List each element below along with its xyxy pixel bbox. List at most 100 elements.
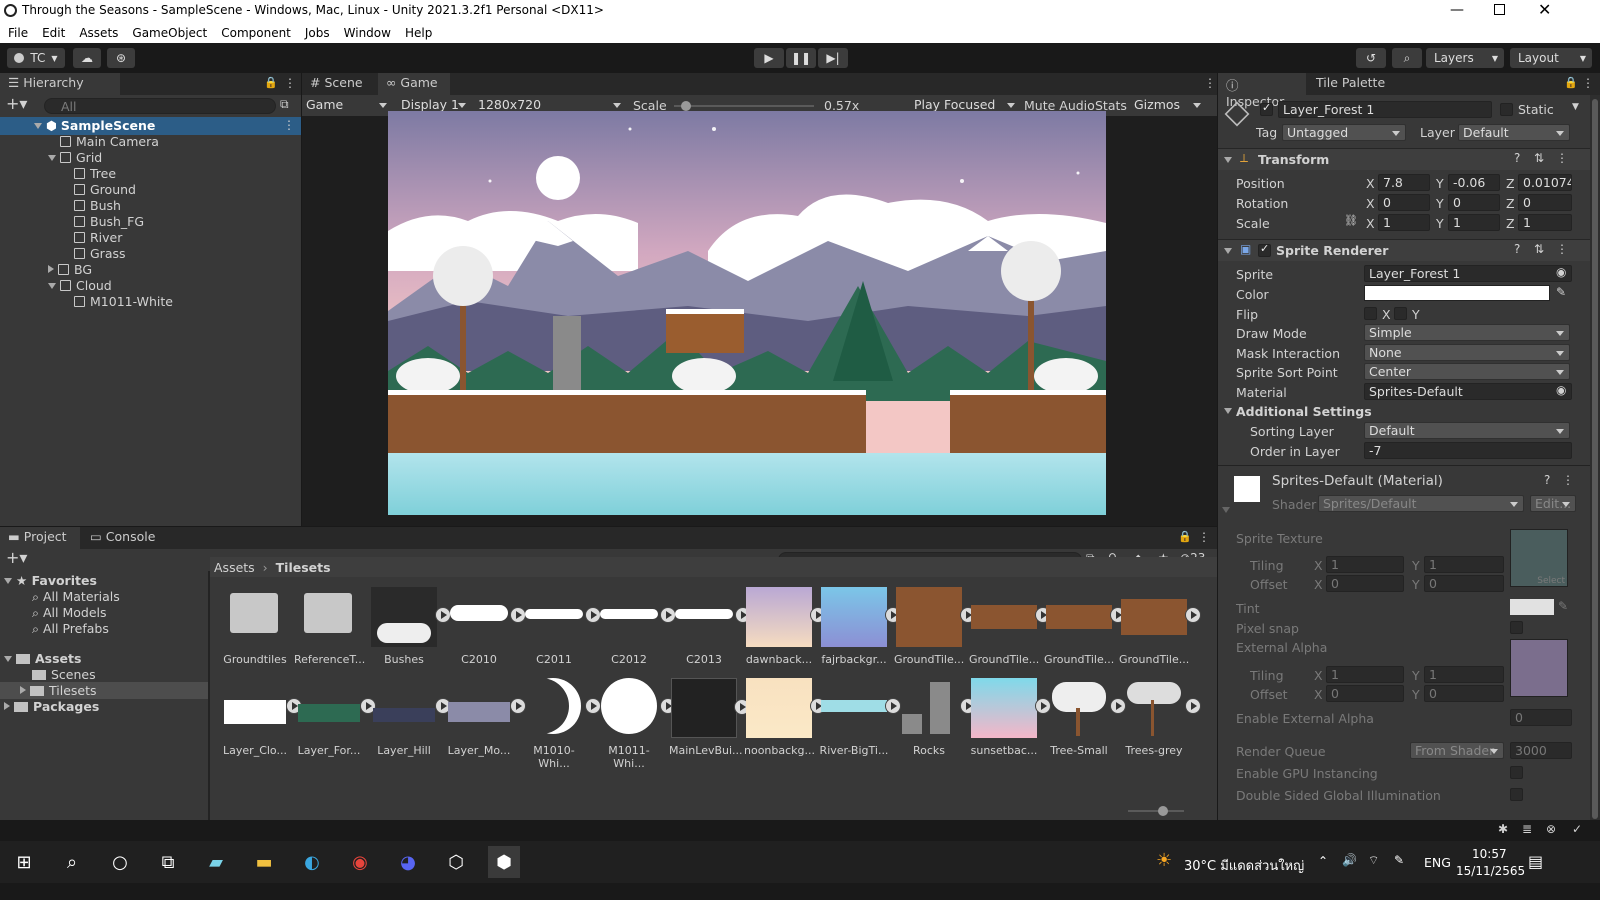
weather-text[interactable]: 30°C มีแดดส่วนใหญ่ xyxy=(1184,855,1304,876)
asset-c2011[interactable]: C2011 xyxy=(519,587,601,666)
edge-icon[interactable]: ◐ xyxy=(296,846,328,878)
color-swatch[interactable] xyxy=(1364,285,1550,301)
asset-rocks[interactable]: Rocks xyxy=(894,678,976,757)
favorites-all-prefabs[interactable]: ⌕ All Prefabs xyxy=(32,621,109,637)
minimize-icon[interactable]: — xyxy=(1450,2,1464,18)
enable-external-alpha-input[interactable]: 0 xyxy=(1510,709,1572,726)
render-queue-dropdown[interactable]: From Shader xyxy=(1410,742,1504,759)
scale-x-input[interactable]: 1 xyxy=(1378,214,1430,231)
discord-icon[interactable]: ◕ xyxy=(392,846,424,878)
windows-start-icon[interactable]: ⊞ xyxy=(8,846,40,878)
asset-river-bigti[interactable]: River-BigTi... xyxy=(819,678,901,757)
draw-mode-dropdown[interactable]: Simple xyxy=(1364,324,1570,341)
texture-select-button[interactable]: Select xyxy=(1537,576,1565,586)
lock-icon[interactable]: 🔒 xyxy=(264,76,278,89)
asset-layer-hill[interactable]: Layer_Hill xyxy=(369,678,451,757)
breadcrumb-tilesets[interactable]: Tilesets xyxy=(276,560,331,575)
hierarchy-item-ground[interactable]: Ground xyxy=(74,182,136,198)
tab-hierarchy[interactable]: ☰ Hierarchy xyxy=(0,73,120,95)
clock-time[interactable]: 10:57 xyxy=(1472,847,1507,861)
hierarchy-item-cloud[interactable]: Cloud xyxy=(48,278,112,294)
favorites-all-models[interactable]: ⌕ All Models xyxy=(32,605,107,621)
lock-icon[interactable]: 🔒 xyxy=(1564,76,1578,89)
unity-editor-icon[interactable]: ⬢ xyxy=(488,846,520,878)
tab-game[interactable]: ∞ Game xyxy=(378,73,450,95)
stack-icon[interactable]: ≣ xyxy=(1522,822,1532,836)
menu-edit[interactable]: Edit xyxy=(42,26,65,40)
unity-hub-icon[interactable]: ⬡ xyxy=(440,846,472,878)
offset-x-input[interactable]: 0 xyxy=(1326,575,1404,592)
favorites-folder[interactable]: ★ Favorites xyxy=(4,573,97,589)
transform-header[interactable]: ⟂ Transform ? ⇅ ⋮ xyxy=(1218,148,1590,170)
help-icon[interactable]: ? xyxy=(1514,242,1520,256)
hierarchy-item-main-camera[interactable]: Main Camera xyxy=(60,134,159,150)
hierarchy-item-m1011-white[interactable]: M1011-White xyxy=(74,294,173,310)
external-alpha-slot[interactable] xyxy=(1510,639,1568,697)
order-in-layer-input[interactable]: -7 xyxy=(1364,442,1572,459)
inspector-scrollbar[interactable] xyxy=(1590,95,1600,841)
asset-referencet[interactable]: ReferenceT... xyxy=(294,587,365,666)
asset-bushes[interactable]: Bushes xyxy=(369,587,451,666)
step-button[interactable]: ▶| xyxy=(818,48,848,68)
chevron-up-icon[interactable]: ⌃ xyxy=(1318,854,1328,868)
create-icon[interactable]: +▾ xyxy=(6,548,27,567)
object-picker-icon[interactable]: ◉ xyxy=(1556,383,1566,397)
offset2-x-input[interactable]: 0 xyxy=(1326,685,1404,702)
assets-folder[interactable]: Assets xyxy=(4,651,81,667)
position-z-input[interactable]: 0.01074 xyxy=(1518,174,1572,191)
asset-sunsetbac[interactable]: sunsetbac... xyxy=(969,678,1051,757)
static-dropdown-arrow[interactable]: ▼ xyxy=(1572,102,1579,112)
volume-icon[interactable]: 🔊 xyxy=(1342,853,1357,867)
collab-button[interactable]: ⊛ xyxy=(107,48,135,68)
scale-z-input[interactable]: 1 xyxy=(1518,214,1572,231)
asset-layer-for[interactable]: Layer_For... xyxy=(294,678,376,757)
asset-noonbackg[interactable]: noonbackg... xyxy=(744,678,826,757)
maximize-icon[interactable] xyxy=(1494,4,1505,15)
shader-edit-button[interactable]: Edit... xyxy=(1530,495,1576,512)
layers-dropdown[interactable]: Layers ▼ xyxy=(1426,48,1504,68)
more-icon[interactable]: ⋮ xyxy=(1582,76,1594,90)
tiling-y-input[interactable]: 1 xyxy=(1424,556,1504,573)
hierarchy-item-grass[interactable]: Grass xyxy=(74,246,126,262)
more-icon[interactable]: ⋮ xyxy=(1562,473,1574,487)
additional-settings-foldout[interactable]: Additional Settings xyxy=(1236,404,1372,419)
scene-more-icon[interactable]: ⋮ xyxy=(283,118,295,132)
hierarchy-item-bg[interactable]: BG xyxy=(48,262,92,278)
more-icon[interactable]: ⋮ xyxy=(1556,151,1568,165)
double-sided-gi-checkbox[interactable] xyxy=(1510,788,1523,801)
play-button[interactable]: ▶ xyxy=(754,48,784,68)
close-icon[interactable]: ✕ xyxy=(1538,0,1551,19)
hierarchy-search-input[interactable]: All xyxy=(44,98,276,114)
history-button[interactable]: ↺ xyxy=(1356,48,1386,68)
asset-groundtile-3[interactable]: GroundTile... xyxy=(1044,587,1126,666)
asset-fajrbackgr[interactable]: fajrbackgr... xyxy=(819,587,901,666)
splitter[interactable] xyxy=(208,571,210,841)
scenes-folder[interactable]: Scenes xyxy=(32,667,96,683)
tab-inspector[interactable]: ⓘ Inspector xyxy=(1218,73,1306,109)
help-icon[interactable]: ? xyxy=(1544,473,1550,487)
hierarchy-item-grid[interactable]: Grid xyxy=(48,150,102,166)
check-icon[interactable]: ✓ xyxy=(1572,822,1582,836)
bug-icon[interactable]: ✱ xyxy=(1498,822,1508,836)
add-icon[interactable]: +▾ xyxy=(6,94,27,113)
sprite-renderer-header[interactable]: ▣ Sprite Renderer ? ⇅ ⋮ xyxy=(1218,239,1590,261)
favorites-all-materials[interactable]: ⌕ All Materials xyxy=(32,589,120,605)
scale-slider-thumb[interactable] xyxy=(680,101,691,111)
hierarchy-item-tree[interactable]: Tree xyxy=(74,166,116,182)
tag-dropdown[interactable]: Untagged xyxy=(1282,124,1406,141)
scale-y-input[interactable]: 1 xyxy=(1448,214,1500,231)
eyedropper-icon[interactable]: ✎ xyxy=(1556,285,1566,299)
account-button[interactable]: TC ▼ xyxy=(7,48,65,68)
asset-trees-grey[interactable]: Trees-grey xyxy=(1119,678,1201,757)
asset-mainlevbui[interactable]: MainLevBui... xyxy=(669,678,750,757)
task-view-icon[interactable]: ⧉ xyxy=(152,846,184,878)
preset-icon[interactable]: ⇅ xyxy=(1534,242,1544,256)
asset-layer-mo[interactable]: Layer_Mo... xyxy=(444,678,526,757)
offset2-y-input[interactable]: 0 xyxy=(1424,685,1504,702)
help-icon[interactable]: ? xyxy=(1514,151,1520,165)
layout-dropdown[interactable]: Layout ▼ xyxy=(1510,48,1592,68)
hierarchy-item-river[interactable]: River xyxy=(74,230,122,246)
gizmos-dropdown[interactable]: Gizmos xyxy=(1130,97,1206,114)
tiling2-x-input[interactable]: 1 xyxy=(1326,666,1404,683)
scale-slider-track[interactable] xyxy=(674,101,814,111)
